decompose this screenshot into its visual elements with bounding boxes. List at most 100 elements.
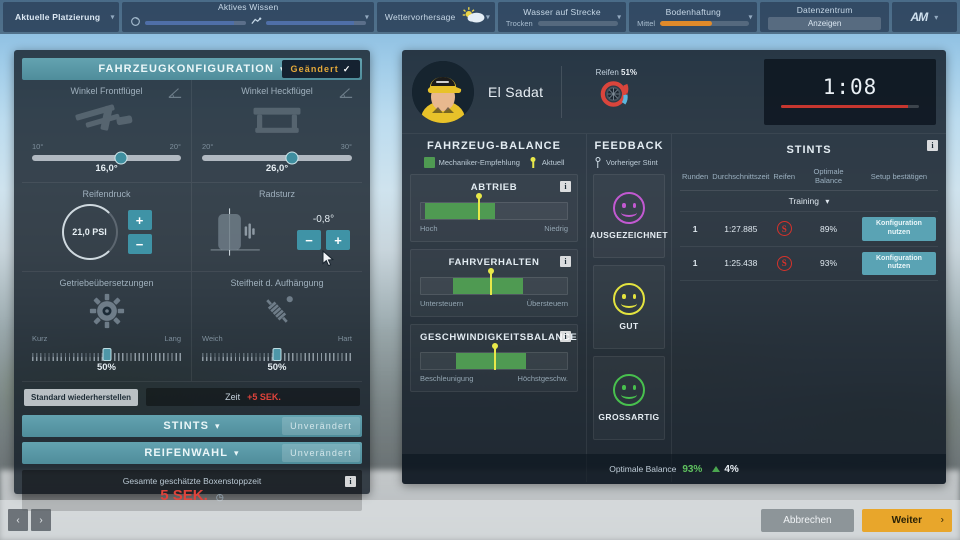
row-balance: 89% <box>797 211 860 247</box>
tyre-pressure-decrease-button[interactable]: − <box>127 234 152 254</box>
column-optimal-balance: Optimale Balance <box>797 164 860 191</box>
suspension-control[interactable]: Steifheit d. Aufhängung Weich Hart 50% <box>192 272 362 381</box>
info-icon[interactable]: i <box>927 140 938 151</box>
topbar-active-knowledge[interactable]: Aktives Wissen ▾ <box>122 2 374 32</box>
tyre-pressure-increase-button[interactable]: + <box>127 210 152 230</box>
game-screen: Aktuelle Platzierung ▾ Aktives Wissen ▾ … <box>0 0 960 540</box>
topbar-current-placing[interactable]: Aktuelle Platzierung ▾ <box>3 2 120 32</box>
rear-wing-track[interactable] <box>202 151 352 165</box>
rear-wing-illustration <box>202 98 352 140</box>
chevron-down-icon[interactable]: ▾ <box>748 13 752 22</box>
nav-next-button[interactable]: › <box>31 509 51 531</box>
setup-row-pressure-camber: Reifendruck 21,0 PSI + − Radsturz -0,8° … <box>22 183 362 272</box>
nav-previous-button[interactable]: ‹ <box>8 509 28 531</box>
suspension-knob[interactable] <box>272 348 282 361</box>
optimal-balance-bar: Optimale Balance 93% 4% <box>402 454 946 484</box>
sun-cloud-icon <box>461 5 487 30</box>
chevron-down-icon[interactable]: ▾ <box>234 448 240 459</box>
feedback-label-good: GUT <box>619 321 639 331</box>
balance-card-handling[interactable]: i FAHRVERHALTEN Untersteuern Übersteuern <box>410 249 578 317</box>
tyre-choice-collapse-bar[interactable]: REIFENWAHL ▾ Unverändert <box>22 442 362 464</box>
info-icon[interactable]: i <box>560 181 571 192</box>
downforce-current-marker <box>477 196 480 220</box>
gear-ratio-max: Lang <box>164 334 181 343</box>
data-center-label: Datenzentrum <box>796 4 853 15</box>
smiley-excellent-icon <box>613 192 645 224</box>
use-configuration-button[interactable]: Konfiguration nutzen <box>861 217 936 241</box>
rear-wing-min: 20° <box>202 142 214 151</box>
pitstop-label: Gesamte geschätzte Boxenstoppzeit <box>122 476 262 486</box>
chevron-down-icon[interactable]: ▾ <box>486 13 490 22</box>
setup-changed-label: Geändert <box>290 64 339 74</box>
topbar-team-logo[interactable]: AM ▾ <box>891 2 958 32</box>
rear-wing-knob[interactable] <box>285 151 299 165</box>
row-action[interactable]: Konfiguration nutzen <box>859 211 938 247</box>
info-icon[interactable]: i <box>560 331 571 342</box>
topbar-weather-forecast[interactable]: Wettervorhersage ▾ <box>376 2 495 32</box>
speed-left-label: Beschleunigung <box>420 374 474 383</box>
gear-ratio-label: Getriebeübersetzungen <box>59 278 154 288</box>
chevron-down-icon[interactable]: ▾ <box>934 13 938 22</box>
water-on-track-label: Wasser auf Strecke <box>523 6 601 17</box>
feedback-panel: El Sadat Reifen 51% 1:08 FAHRZEUG-BALANC… <box>402 50 946 484</box>
gear-ratio-control[interactable]: Getriebeübersetzungen Kurz Lang 50% <box>22 272 192 381</box>
tyre-choice-title: REIFENWAHL <box>144 447 229 459</box>
tyre-choice-unchanged-badge: Unverändert <box>282 444 360 462</box>
front-wing-control[interactable]: Winkel Frontflügel 10° 20° 16,0° <box>22 80 192 182</box>
front-wing-slider[interactable]: 10° 20° 16,0° <box>32 142 181 174</box>
legend-label-current: Aktuell <box>541 158 565 167</box>
chevron-down-icon[interactable]: ▾ <box>617 13 621 22</box>
chevron-down-icon[interactable]: ▾ <box>825 197 829 206</box>
tyre-pressure-control[interactable]: Reifendruck 21,0 PSI + − <box>22 183 192 271</box>
column-average-time: Durchschnittszeit <box>710 164 772 191</box>
session-selector[interactable]: Training ▾ <box>680 190 938 212</box>
setup-row-gear-suspension: Getriebeübersetzungen Kurz Lang 50% Stei… <box>22 272 362 382</box>
legend-mechanic-recommendation: Mechaniker-Empfehlung <box>423 157 520 168</box>
rear-wing-slider[interactable]: 20° 30° 26,0° <box>202 142 352 174</box>
front-wing-track[interactable] <box>32 151 181 165</box>
grip-level-row: Mittel <box>637 19 750 28</box>
feedback-title: FEEDBACK <box>594 140 664 152</box>
row-average-time: 1:27.885 <box>710 211 772 247</box>
gear-ratio-slider[interactable] <box>32 347 181 361</box>
chevron-down-icon[interactable]: ▾ <box>365 13 369 22</box>
info-icon[interactable]: i <box>345 476 356 487</box>
camber-decrease-button[interactable]: − <box>297 230 321 250</box>
table-row: 1 1:25.438 S 93% Konfiguration nutzen <box>680 246 938 281</box>
camber-increase-button[interactable]: + <box>326 230 350 250</box>
stints-table: Runden Durchschnittszeit Reifen Optimale… <box>680 164 938 281</box>
rear-wing-control[interactable]: Winkel Heckflügel 20° 30° 26,0° <box>192 80 362 182</box>
rear-wing-value: 26,0° <box>265 163 289 174</box>
data-center-show-button[interactable]: Anzeigen <box>768 16 881 30</box>
front-wing-knob[interactable] <box>114 151 128 165</box>
restore-defaults-button[interactable]: Standard wiederherstellen <box>24 388 139 406</box>
tyre-condition-label: Reifen 51% <box>580 68 652 77</box>
suspension-slider[interactable] <box>202 347 352 361</box>
topbar-water-on-track[interactable]: Wasser auf Strecke Trocken ▾ <box>497 2 627 32</box>
chevron-down-icon[interactable]: ▾ <box>215 421 221 432</box>
topbar-data-center[interactable]: Datenzentrum Anzeigen <box>760 2 889 32</box>
continue-button[interactable]: Weiter › <box>861 508 952 532</box>
tyre-pressure-dial: 21,0 PSI <box>61 204 118 260</box>
optimal-balance-label: Optimale Balance <box>609 464 677 474</box>
tyre-pressure-value: 21,0 PSI <box>72 227 107 237</box>
camber-control[interactable]: Radsturz -0,8° − + <box>192 183 362 271</box>
chevron-down-icon[interactable]: ▾ <box>110 13 114 22</box>
balance-card-speed[interactable]: i GESCHWINDIGKEITSBALANCE Beschleunigung… <box>410 324 578 392</box>
use-configuration-button[interactable]: Konfiguration nutzen <box>861 251 936 275</box>
topbar-track-grip[interactable]: Bodenhaftung Mittel ▾ <box>629 2 758 32</box>
cancel-button[interactable]: Abbrechen <box>761 508 854 532</box>
tyre-condition: Reifen 51% <box>580 68 652 116</box>
row-action[interactable]: Konfiguration nutzen <box>859 246 938 281</box>
row-tyre: S <box>771 246 798 281</box>
feedback-card-excellent: AUSGEZEICHNET <box>590 174 668 258</box>
gear-ratio-knob[interactable] <box>102 348 111 361</box>
gear-ratio-fill <box>32 353 107 357</box>
session-selector-row[interactable]: Training ▾ <box>680 190 938 212</box>
chevron-right-icon: › <box>940 514 944 526</box>
balance-card-downforce[interactable]: i ABTRIEB Hoch Niedrig <box>410 174 578 242</box>
stints-collapse-bar[interactable]: STINTS ▾ Unverändert <box>22 415 362 437</box>
setup-header[interactable]: FAHRZEUGKONFIGURATION ▾ Geändert ✓ <box>22 58 362 80</box>
info-icon[interactable]: i <box>560 256 571 267</box>
weather-forecast-label: Wettervorhersage <box>384 12 456 22</box>
